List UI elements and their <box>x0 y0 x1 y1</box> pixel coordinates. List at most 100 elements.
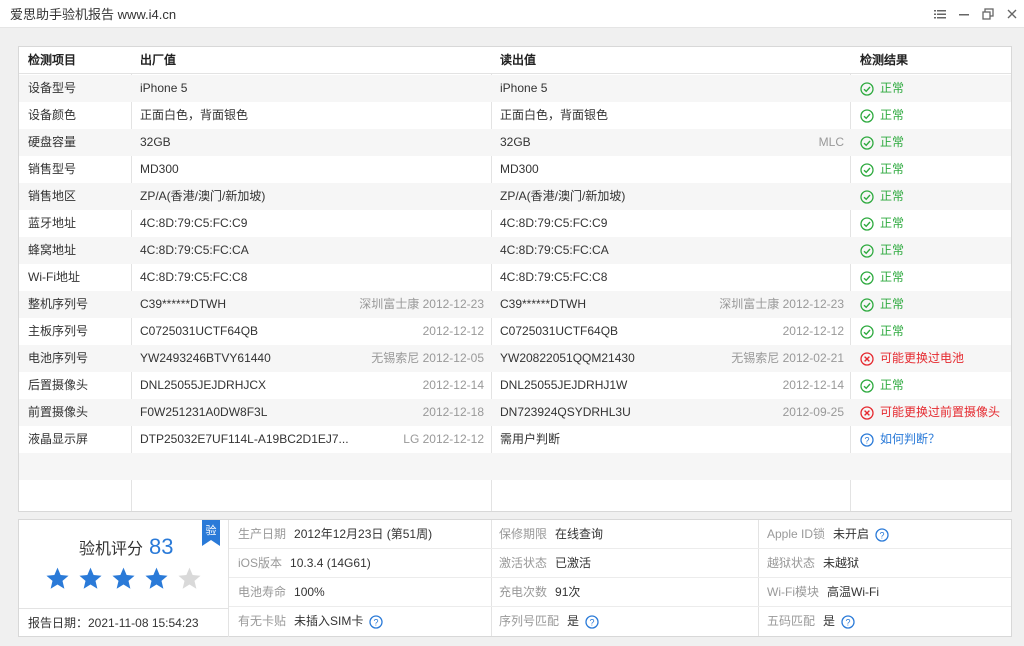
summary-cell: 生产日期 2012年12月23日 (第51周) <box>238 520 488 549</box>
summary-cell: iOS版本 10.3.4 (14G61) <box>238 549 488 578</box>
score-value: 83 <box>149 534 174 559</box>
result-text: 正常 <box>880 243 905 257</box>
read-value: 32GB <box>500 135 531 149</box>
summary-value: 已激活 <box>555 556 592 570</box>
summary-label: 序列号匹配 <box>499 614 560 628</box>
row-factory-cell: 4C:8D:79:C5:FC:CA <box>140 237 484 264</box>
table-row: 后置摄像头 DNL25055JEJDRHJCX 2012-12-14 DNL25… <box>19 372 1011 399</box>
svg-text:?: ? <box>846 617 851 627</box>
summary-label: 激活状态 <box>499 556 548 570</box>
window-title: 爱思助手验机报告 www.i4.cn <box>10 7 177 22</box>
restore-icon[interactable] <box>976 0 1000 28</box>
menu-icon[interactable] <box>928 0 952 28</box>
check-circle-icon <box>860 270 874 285</box>
star-filled-icon <box>111 566 136 591</box>
summary-cell: 序列号匹配是? <box>499 607 759 636</box>
close-icon[interactable] <box>1000 0 1024 28</box>
check-table-grid: 检测项目 出厂值 读出值 检测结果 设备型号 iPhone 5 iPhone 5… <box>19 47 1011 511</box>
summary-cell: 激活状态 已激活 <box>499 549 759 578</box>
table-row: Wi-Fi地址 4C:8D:79:C5:FC:C8 4C:8D:79:C5:FC… <box>19 264 1011 291</box>
summary-label: 越狱状态 <box>767 556 816 570</box>
row-result-cell: 正常 <box>860 291 1010 318</box>
result-text: 正常 <box>880 378 905 392</box>
row-factory-cell: DTP25032E7UF114L-A19BC2D1EJ7... LG 2012-… <box>140 426 484 453</box>
summary-label: 保修期限 <box>499 527 548 541</box>
row-item: 蓝牙地址 <box>28 216 77 230</box>
badge-label: 验 <box>205 525 217 537</box>
row-result-cell: 正常 <box>860 129 1010 156</box>
result-text: 正常 <box>880 108 905 122</box>
summary-row: 有无卡贴 未插入SIM卡? 序列号匹配是? 五码匹配是? <box>229 607 1011 636</box>
factory-note: 2012-12-14 <box>422 378 484 392</box>
row-read-cell: 正面白色，背面银色 <box>500 102 844 129</box>
row-item: 电池序列号 <box>28 351 89 365</box>
row-read-cell: ZP/A(香港/澳门/新加坡) <box>500 183 844 210</box>
check-circle-icon <box>860 216 874 231</box>
result-text: 正常 <box>880 324 905 338</box>
verified-badge-icon: 验 <box>202 520 220 546</box>
minimize-icon[interactable] <box>952 0 976 28</box>
factory-value: MD300 <box>140 162 179 176</box>
table-row: 设备型号 iPhone 5 iPhone 5 正常 <box>19 75 1011 102</box>
factory-note: 2012-12-18 <box>422 405 484 419</box>
factory-value: C39******DTWH <box>140 297 227 311</box>
read-note: 无锡索尼 2012-02-21 <box>731 351 844 365</box>
help-icon[interactable]: ? <box>585 614 599 629</box>
row-factory-cell: 4C:8D:79:C5:FC:C8 <box>140 264 484 291</box>
factory-value: YW2493246BTVY61440 <box>140 351 271 365</box>
table-row: 整机序列号 C39******DTWH 深圳富士康 2012-12-23 C39… <box>19 291 1011 318</box>
help-icon[interactable]: ? <box>369 614 384 629</box>
result-text[interactable]: 如何判断？ <box>880 426 940 453</box>
check-circle-icon <box>860 135 874 150</box>
row-read-cell: MD300 <box>500 156 844 183</box>
header-factory: 出厂值 <box>140 53 177 67</box>
result-text: 正常 <box>880 162 905 176</box>
result-text: 正常 <box>880 135 905 149</box>
result-text: 正常 <box>880 216 905 230</box>
row-result-cell: 正常 <box>860 210 1010 237</box>
result-text: 正常 <box>880 270 905 284</box>
window-controls <box>928 0 1024 28</box>
row-factory-cell: iPhone 5 <box>140 75 484 102</box>
svg-text:?: ? <box>864 435 869 445</box>
row-result-cell[interactable]: ? 如何判断？ <box>860 426 1010 453</box>
factory-value: 4C:8D:79:C5:FC:C9 <box>140 216 248 230</box>
check-circle-icon <box>860 81 874 96</box>
summary-value: 是 <box>823 614 836 628</box>
read-value: DNL25055JEJDRHJ1W <box>500 378 628 392</box>
summary-value: 未插入SIM卡 <box>294 614 364 628</box>
factory-note: LG 2012-12-12 <box>403 432 484 446</box>
table-row: 设备颜色 正面白色，背面银色 正面白色，背面银色 正常 <box>19 102 1011 129</box>
row-factory-cell: C0725031UCTF64QB 2012-12-12 <box>140 318 484 345</box>
star-empty-icon <box>177 566 202 591</box>
summary-value: 10.3.4 (14G61) <box>290 556 371 570</box>
summary-cell: 保修期限 在线查询 <box>499 520 759 549</box>
read-value: 需用户判断 <box>500 432 561 446</box>
row-item: Wi-Fi地址 <box>28 270 80 284</box>
row-read-cell: 4C:8D:79:C5:FC:CA <box>500 237 844 264</box>
read-value: C0725031UCTF64QB <box>500 324 619 338</box>
summary-value: 是 <box>567 614 580 628</box>
factory-value: F0W251231A0DW8F3L <box>140 405 268 419</box>
summary-cell: 电池寿命 100% <box>238 578 488 607</box>
summary-value: 2012年12月23日 (第51周) <box>294 527 433 541</box>
row-result-cell: 可能更换过前置摄像头 <box>860 399 1010 426</box>
help-icon[interactable]: ? <box>841 614 855 629</box>
row-factory-cell: MD300 <box>140 156 484 183</box>
row-result-cell: 正常 <box>860 156 1010 183</box>
row-item: 蜂窝地址 <box>28 243 77 257</box>
read-value: MD300 <box>500 162 539 176</box>
help-icon[interactable]: ? <box>875 527 889 542</box>
check-circle-icon <box>860 189 874 204</box>
table-row: 电池序列号 YW2493246BTVY61440 无锡索尼 2012-12-05… <box>19 345 1011 372</box>
cross-circle-icon <box>860 351 874 366</box>
row-factory-cell: 32GB <box>140 129 484 156</box>
row-result-cell: 正常 <box>860 237 1010 264</box>
summary-label: 五码匹配 <box>767 614 816 628</box>
summary-value[interactable]: 在线查询 <box>555 520 603 549</box>
row-result-cell: 可能更换过电池 <box>860 345 1010 372</box>
row-result-cell: 正常 <box>860 318 1010 345</box>
score-box: 验机评分 83 验 <box>19 520 229 608</box>
row-read-cell: 4C:8D:79:C5:FC:C8 <box>500 264 844 291</box>
factory-note: 深圳富士康 2012-12-23 <box>359 297 484 311</box>
